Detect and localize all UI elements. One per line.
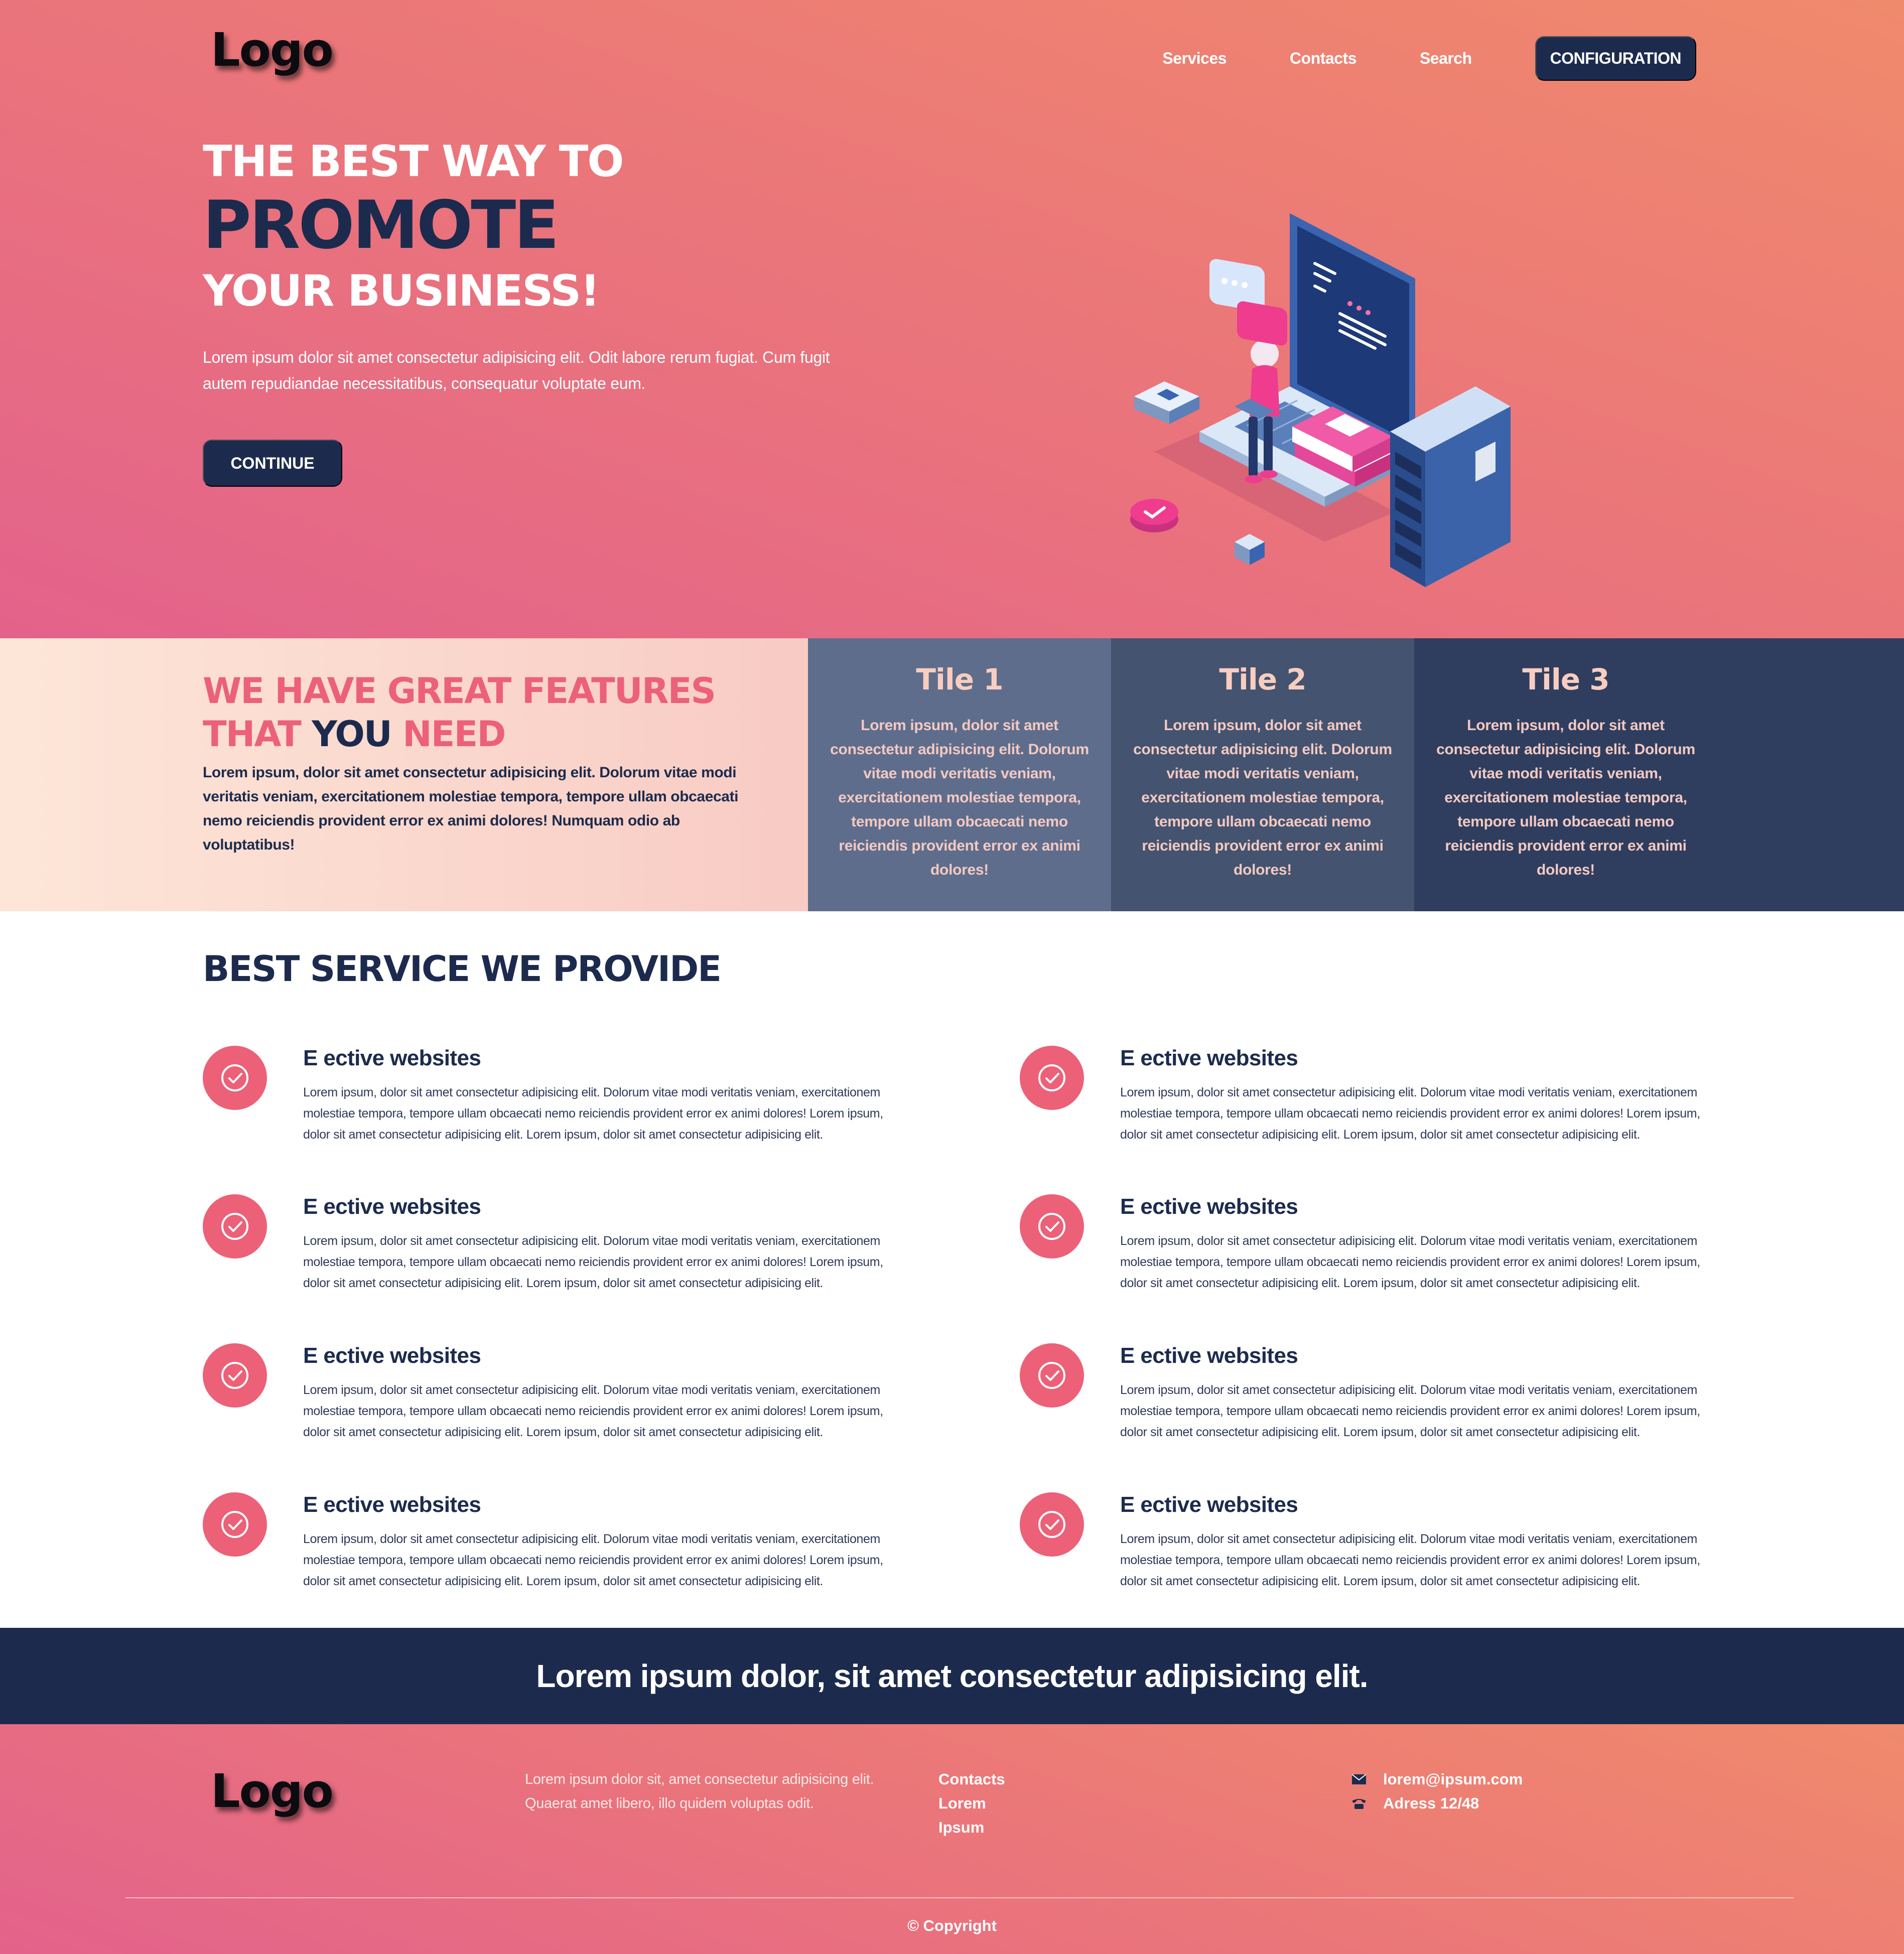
footer-links: Contacts Lorem Ipsum [938,1767,1005,1840]
check-circle-icon [1020,1046,1084,1110]
nav-link-contacts[interactable]: Contacts [1290,49,1356,68]
tile-3: Tile 3 Lorem ipsum, dolor sit amet conse… [1414,638,1904,911]
check-circle-icon [203,1343,267,1408]
tile-title: Tile 3 [1522,662,1609,696]
hero-section: Logo Services Contacts Search CONFIGURAT… [0,0,1904,638]
hero-illustration [1130,213,1511,587]
service-title: E ective websites [303,1194,481,1219]
banner-text: Lorem ipsum dolor, sit amet consectetur … [536,1658,1368,1694]
service-text: Lorem ipsum, dolor sit amet consectetur … [303,1383,883,1439]
service-text: Lorem ipsum, dolor sit amet consectetur … [1120,1085,1700,1142]
nav-link-services[interactable]: Services [1162,49,1227,68]
service-title: E ective websites [303,1046,481,1070]
service-text: Lorem ipsum, dolor sit amet consectetur … [303,1532,883,1588]
features-description: Lorem ipsum, dolor sit amet consectetur … [203,764,739,853]
footer-link-ipsum[interactable]: Ipsum [938,1816,1005,1840]
configuration-button[interactable]: CONFIGURATION [1535,36,1696,81]
footer-contact: lorem@ipsum.com Adress 12/48 [1350,1767,1523,1816]
tile-2: Tile 2 Lorem ipsum, dolor sit amet conse… [1111,638,1414,911]
tile-text: Lorem ipsum, dolor sit amet consectetur … [830,717,1089,878]
service-title: E ective websites [1120,1046,1298,1070]
features-heading-highlight: YOU [312,714,392,755]
footer-divider [125,1897,1794,1898]
service-item: E ective websites Lorem ipsum, dolor sit… [203,1194,883,1315]
check-circle-icon [1020,1492,1084,1557]
hero-heading-line1: THE BEST WAY TO [203,136,624,187]
check-circle-icon [1020,1194,1084,1259]
contact-address: Adress 12/48 [1383,1794,1479,1812]
service-title: E ective websites [303,1343,481,1368]
service-item: E ective websites Lorem ipsum, dolor sit… [1020,1492,1700,1613]
contact-email[interactable]: lorem@ipsum.com [1383,1770,1523,1788]
tile-1: Tile 1 Lorem ipsum, dolor sit amet conse… [808,638,1111,911]
service-item: E ective websites Lorem ipsum, dolor sit… [1020,1194,1700,1315]
tile-title: Tile 1 [916,662,1003,696]
service-title: E ective websites [1120,1194,1298,1219]
footer-description: Lorem ipsum dolor sit, amet consectetur … [525,1771,874,1811]
check-circle-icon [203,1194,267,1259]
contact-email-row: lorem@ipsum.com [1350,1767,1523,1791]
footer-link-contacts[interactable]: Contacts [938,1767,1005,1791]
tile-title: Tile 2 [1219,662,1306,696]
service-item: E ective websites Lorem ipsum, dolor sit… [1020,1046,1700,1166]
tile-text: Lorem ipsum, dolor sit amet consectetur … [1133,717,1392,878]
check-circle-icon [1020,1343,1084,1408]
features-heading-line1: WE HAVE GREAT FEATURES [203,670,716,712]
phone-icon [1350,1796,1368,1811]
service-text: Lorem ipsum, dolor sit amet consectetur … [1120,1383,1700,1439]
continue-button[interactable]: CONTINUE [203,440,342,487]
footer-logo[interactable]: Logo [211,1764,334,1818]
service-text: Lorem ipsum, dolor sit amet consectetur … [1120,1234,1700,1290]
services-title: BEST SERVICE WE PROVIDE [203,948,722,990]
contact-address-row: Adress 12/48 [1350,1791,1523,1816]
copyright: © Copyright [907,1917,997,1934]
service-item: E ective websites Lorem ipsum, dolor sit… [203,1343,883,1464]
tile-text: Lorem ipsum, dolor sit amet consectetur … [1436,717,1695,878]
service-text: Lorem ipsum, dolor sit amet consectetur … [1120,1532,1700,1588]
landing-page: Logo Services Contacts Search CONFIGURAT… [0,0,1904,1954]
check-circle-icon [203,1046,267,1110]
service-text: Lorem ipsum, dolor sit amet consectetur … [303,1085,883,1142]
main-nav: Services Contacts Search CONFIGURATION [1162,36,1696,81]
service-title: E ective websites [303,1492,481,1517]
nav-link-search[interactable]: Search [1420,49,1472,68]
service-title: E ective websites [1120,1343,1298,1368]
service-title: E ective websites [1120,1492,1298,1517]
features-heading-pre: THAT [203,714,312,755]
footer: Logo Lorem ipsum dolor sit, amet consect… [0,1724,1904,1954]
banner: Lorem ipsum dolor, sit amet consectetur … [0,1628,1904,1724]
footer-link-lorem[interactable]: Lorem [938,1791,1005,1816]
hero-description: Lorem ipsum dolor sit amet consectetur a… [203,348,830,392]
service-item: E ective websites Lorem ipsum, dolor sit… [1020,1343,1700,1464]
envelope-icon [1350,1772,1368,1787]
header-logo[interactable]: Logo [211,23,334,77]
service-text: Lorem ipsum, dolor sit amet consectetur … [303,1234,883,1290]
check-circle-icon [203,1492,267,1557]
hero-heading-line3: YOUR BUSINESS! [203,266,600,316]
features-heading-line2: THAT YOU NEED [203,714,506,755]
tile-3-inner: Tile 3 Lorem ipsum, dolor sit amet conse… [1414,662,1717,882]
features-heading-post: NEED [391,714,506,755]
service-item: E ective websites Lorem ipsum, dolor sit… [203,1492,883,1613]
hero-heading-line2: PROMOTE [203,187,559,264]
service-item: E ective websites Lorem ipsum, dolor sit… [203,1046,883,1166]
